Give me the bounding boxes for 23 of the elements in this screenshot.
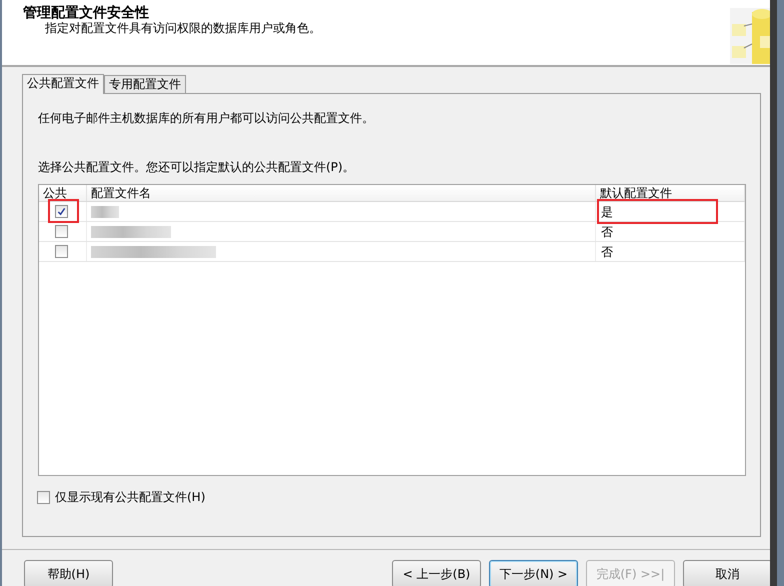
page-subtitle: 指定对配置文件具有访问权限的数据库用户或角色。 <box>44 21 321 35</box>
table-cell: 否 <box>601 224 613 238</box>
dialog-button[interactable]: 取消 <box>683 560 770 586</box>
blurred-text <box>91 206 119 218</box>
page-title: 管理配置文件安全性 <box>23 5 150 21</box>
checkbox-label[interactable]: 仅显示现有公共配置文件(H) <box>55 490 206 504</box>
tab[interactable]: 公共配置文件 <box>22 74 104 94</box>
column-header[interactable]: 默认配置文件 <box>596 185 745 201</box>
checkbox[interactable] <box>37 490 50 504</box>
dialog-button[interactable]: 下一步(N) > <box>489 560 578 586</box>
checkbox[interactable] <box>55 225 68 238</box>
tab[interactable]: 专用配置文件 <box>104 75 186 93</box>
column-header[interactable]: 配置文件名 <box>87 185 596 201</box>
dialog-button: 完成(F) >>| <box>586 560 675 586</box>
checkbox[interactable] <box>55 205 68 218</box>
intro-text: 任何电子邮件主机数据库的所有用户都可以访问公共配置文件。 <box>38 111 375 125</box>
checkbox[interactable] <box>55 245 68 258</box>
column-header[interactable]: 公共 <box>39 185 87 201</box>
dialog-button[interactable]: < 上一步(B) <box>392 560 481 586</box>
table-cell: 是 <box>601 204 613 218</box>
table-cell: 否 <box>601 244 613 258</box>
dialog-button[interactable]: 帮助(H) <box>24 560 113 586</box>
instruction-text: 选择公共配置文件。您还可以指定默认的公共配置文件(P)。 <box>38 160 356 174</box>
